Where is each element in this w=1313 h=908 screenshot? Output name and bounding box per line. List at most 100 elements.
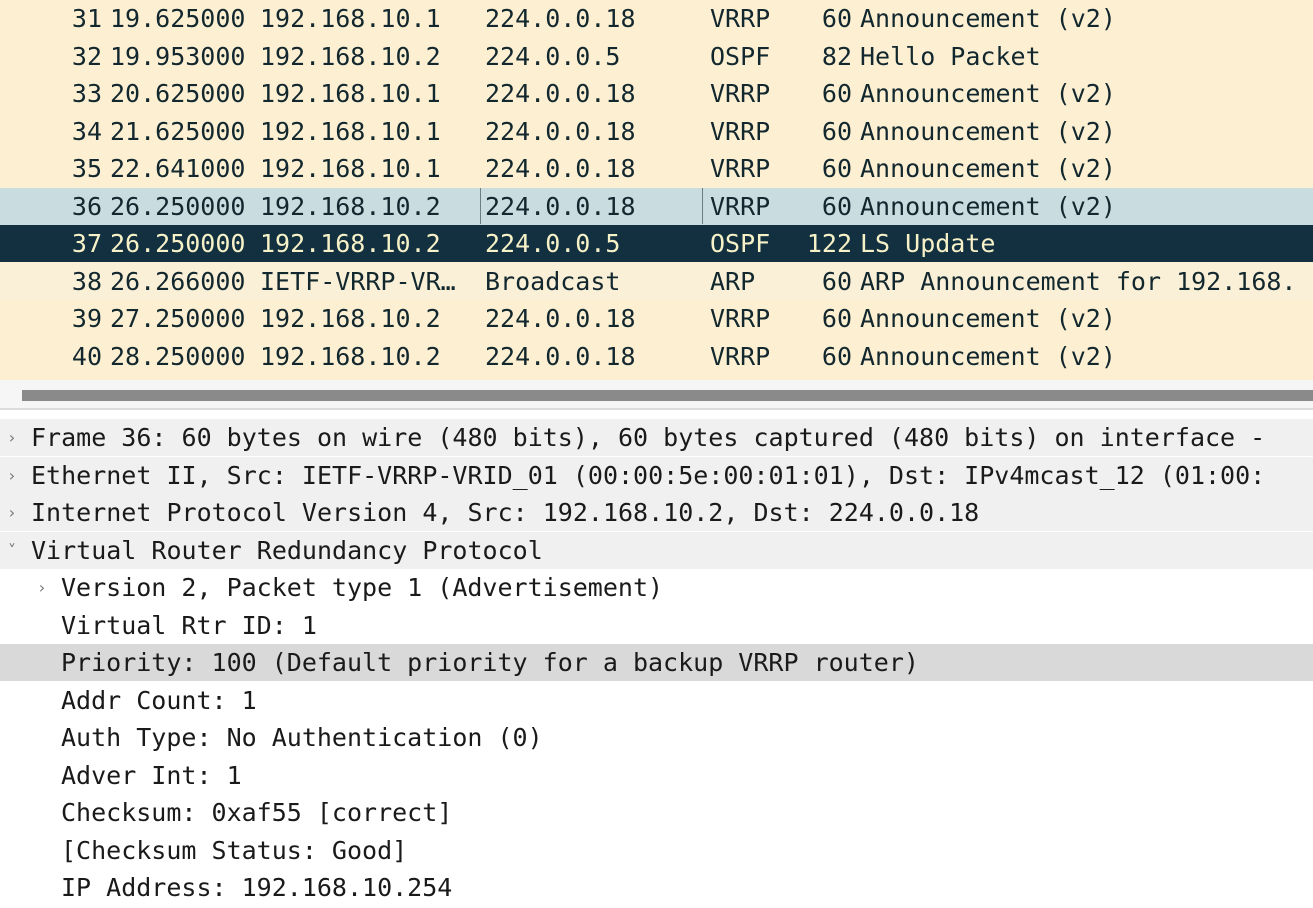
packet-time: 20.625000	[110, 79, 246, 108]
collapsed-arrow-icon[interactable]: ›	[2, 419, 22, 456]
detail-tree-item[interactable]: Addr Count: 1	[0, 682, 1313, 719]
packet-number: 33	[71, 79, 102, 108]
packet-row[interactable]: 40 28.250000 192.168.10.2 224.0.0.18 VRRP 60 A…	[0, 338, 1313, 375]
packet-protocol: ARP	[710, 267, 756, 296]
packet-source: 192.168.10.2	[260, 342, 441, 371]
detail-tree-label: Version 2, Packet type 1 (Advertisement)	[61, 573, 664, 602]
packet-info: Announcement (v2)	[860, 79, 1116, 108]
packet-number: 34	[71, 117, 102, 146]
column-divider	[702, 188, 703, 224]
pane-divider[interactable]	[0, 408, 1313, 410]
packet-number: 31	[71, 4, 102, 33]
packet-info: Announcement (v2)	[860, 4, 1116, 33]
detail-tree-label: Addr Count: 1	[61, 686, 257, 715]
packet-time: 27.250000	[110, 304, 246, 333]
packet-length: 60	[821, 304, 852, 333]
collapsed-arrow-icon[interactable]: ›	[2, 494, 22, 531]
packet-length: 122	[806, 229, 852, 258]
packet-row[interactable]: 36 26.250000 192.168.10.2 224.0.0.18 VRRP 60 A…	[0, 188, 1313, 225]
packet-number: 35	[71, 154, 102, 183]
detail-tree-label: Virtual Router Redundancy Protocol	[31, 536, 543, 565]
expanded-arrow-icon[interactable]: ˅	[2, 532, 22, 569]
packet-protocol: VRRP	[710, 79, 771, 108]
packet-destination: Broadcast	[485, 267, 621, 296]
detail-tree-label: IP Address: 192.168.10.254	[61, 873, 453, 902]
packet-time: 26.250000	[110, 192, 246, 221]
detail-tree-label: Internet Protocol Version 4, Src: 192.16…	[31, 498, 980, 527]
packet-number: 40	[71, 342, 102, 371]
packet-destination: 224.0.0.18	[485, 79, 636, 108]
detail-tree-label: Virtual Rtr ID: 1	[61, 611, 317, 640]
detail-tree-item[interactable]: › Ethernet II, Src: IETF-VRRP-VRID_01 (00…	[0, 457, 1313, 494]
horizontal-scrollbar[interactable]	[0, 380, 1313, 408]
collapsed-arrow-icon[interactable]: ›	[2, 457, 22, 494]
packet-destination: 224.0.0.18	[485, 4, 636, 33]
packet-row[interactable]: 31 19.625000 192.168.10.1 224.0.0.18 VRRP 60 A…	[0, 0, 1313, 37]
scrollbar-thumb[interactable]	[22, 390, 1313, 401]
packet-time: 19.953000	[110, 42, 246, 71]
packet-info: Announcement (v2)	[860, 342, 1116, 371]
packet-row[interactable]: 32 19.953000 192.168.10.2 224.0.0.5 OSPF 82 He…	[0, 38, 1313, 75]
packet-length: 60	[821, 79, 852, 108]
packet-number: 38	[71, 267, 102, 296]
packet-time: 19.625000	[110, 4, 246, 33]
packet-source: 192.168.10.2	[260, 229, 441, 258]
detail-tree-item[interactable]: Adver Int: 1	[0, 757, 1313, 794]
packet-source: 192.168.10.1	[260, 117, 441, 146]
detail-tree-label: Adver Int: 1	[61, 761, 242, 790]
packet-list[interactable]: 31 19.625000 192.168.10.1 224.0.0.18 VRRP 60 A…	[0, 0, 1313, 380]
packet-number: 32	[71, 42, 102, 71]
packet-time: 26.266000	[110, 267, 246, 296]
detail-tree-item[interactable]: Virtual Rtr ID: 1	[0, 607, 1313, 644]
detail-tree-item[interactable]: Priority: 100 (Default priority for a ba…	[0, 644, 1313, 681]
packet-time: 22.641000	[110, 154, 246, 183]
packet-row[interactable]: 38 26.266000 IETF-VRRP-VR… Broadcast ARP 60 AR…	[0, 263, 1313, 300]
packet-time: 26.250000	[110, 229, 246, 258]
packet-destination: 224.0.0.18	[485, 304, 636, 333]
detail-tree-label: Checksum: 0xaf55 [correct]	[61, 798, 453, 827]
collapsed-arrow-icon[interactable]: ›	[32, 569, 52, 606]
packet-protocol: OSPF	[710, 42, 771, 71]
packet-row[interactable]: 35 22.641000 192.168.10.1 224.0.0.18 VRRP 60 A…	[0, 150, 1313, 187]
packet-protocol: VRRP	[710, 304, 771, 333]
packet-info: Announcement (v2)	[860, 154, 1116, 183]
detail-tree-item[interactable]: Checksum: 0xaf55 [correct]	[0, 794, 1313, 831]
packet-protocol: VRRP	[710, 117, 771, 146]
detail-tree-item[interactable]: ˅ Virtual Router Redundancy Protocol	[0, 532, 1313, 569]
packet-number: 36	[71, 192, 102, 221]
detail-tree-item[interactable]: › Internet Protocol Version 4, Src: 192.1…	[0, 494, 1313, 531]
packet-time: 28.250000	[110, 342, 246, 371]
packet-info: LS Update	[860, 229, 996, 258]
packet-row[interactable]: 39 27.250000 192.168.10.2 224.0.0.18 VRRP 60 A…	[0, 300, 1313, 337]
packet-info: Announcement (v2)	[860, 192, 1116, 221]
packet-info: Announcement (v2)	[860, 304, 1116, 333]
detail-tree-item[interactable]: [Checksum Status: Good]	[0, 832, 1313, 869]
detail-tree-label: Auth Type: No Authentication (0)	[61, 723, 543, 752]
packet-source: 192.168.10.1	[260, 4, 441, 33]
packet-row[interactable]: 37 26.250000 192.168.10.2 224.0.0.5 OSPF 122 L…	[0, 225, 1313, 262]
packet-info: ARP Announcement for 192.168.	[860, 267, 1297, 296]
detail-tree-item[interactable]: › Version 2, Packet type 1 (Advertisement…	[0, 569, 1313, 606]
packet-row[interactable]: 33 20.625000 192.168.10.1 224.0.0.18 VRRP 60 A…	[0, 75, 1313, 112]
packet-protocol: VRRP	[710, 154, 771, 183]
detail-tree-item[interactable]: IP Address: 192.168.10.254	[0, 869, 1313, 906]
packet-source: IETF-VRRP-VR…	[260, 267, 456, 296]
packet-source: 192.168.10.1	[260, 154, 441, 183]
packet-length: 60	[821, 154, 852, 183]
packet-length: 60	[821, 192, 852, 221]
packet-info: Announcement (v2)	[860, 117, 1116, 146]
packet-destination: 224.0.0.18	[485, 342, 636, 371]
detail-tree-item[interactable]: › Frame 36: 60 bytes on wire (480 bits), …	[0, 419, 1313, 456]
packet-source: 192.168.10.2	[260, 42, 441, 71]
packet-length: 60	[821, 267, 852, 296]
detail-tree-label: Frame 36: 60 bytes on wire (480 bits), 6…	[31, 423, 1266, 452]
packet-number: 39	[71, 304, 102, 333]
packet-row[interactable]: 34 21.625000 192.168.10.1 224.0.0.18 VRRP 60 A…	[0, 113, 1313, 150]
packet-details-tree[interactable]: › Frame 36: 60 bytes on wire (480 bits), …	[0, 419, 1313, 908]
packet-time: 21.625000	[110, 117, 246, 146]
detail-tree-item[interactable]: Auth Type: No Authentication (0)	[0, 719, 1313, 756]
packet-protocol: VRRP	[710, 4, 771, 33]
packet-info: Hello Packet	[860, 42, 1041, 71]
packet-number: 37	[71, 229, 102, 258]
packet-source: 192.168.10.2	[260, 192, 441, 221]
